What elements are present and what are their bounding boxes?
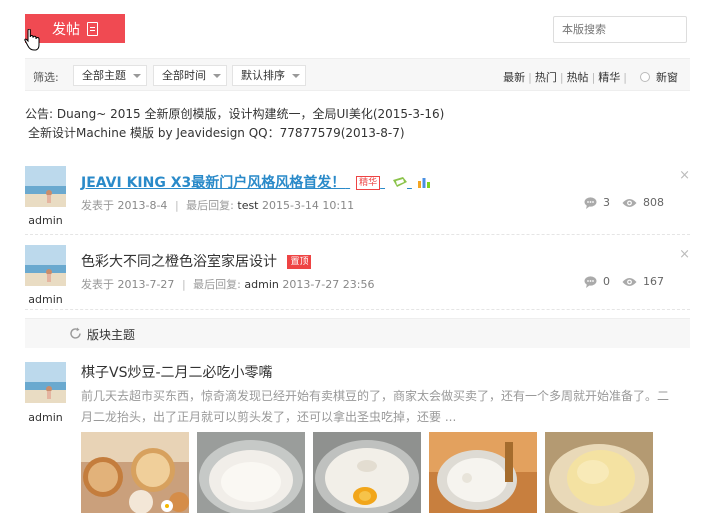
thread-meta: 发表于 2013-7-27 | 最后回复: admin 2013-7-27 23… — [81, 276, 374, 292]
announcement-line[interactable]: 公告: Duang~ 2015 全新原创模版，设计构建统一，全局UI美化(201… — [25, 105, 690, 124]
chevron-down-icon — [213, 74, 221, 78]
board-threads-divider: 版块主题 — [25, 318, 690, 348]
forum-thread-list: 发帖 筛选: 全部主题 全部时间 默认排序 最新| 热门| 热帖| 精华| 新窗… — [0, 0, 712, 513]
sort-select-value: 默认排序 — [241, 69, 285, 82]
thread-row: admin JEAVI KING X3最新门户风格风格首发！ 精华 发表于 20… — [25, 166, 690, 235]
thread-thumbnail[interactable] — [197, 432, 305, 513]
sort-links: 最新 | 热门 | 热帖 | 精华 | 新窗 — [503, 69, 678, 85]
last-reply-time: 2013-7-27 23:56 — [282, 278, 375, 291]
thread-title[interactable]: 色彩大不同之橙色浴室家居设计 置顶 — [81, 251, 312, 271]
poll-chart-icon — [417, 178, 430, 188]
thread-stats: 0 167 — [584, 275, 664, 288]
thread-stats: 3 808 — [584, 196, 664, 209]
avatar[interactable] — [25, 245, 66, 286]
thread-author[interactable]: admin — [25, 411, 66, 424]
time-select[interactable]: 全部时间 — [153, 65, 227, 86]
separator: | — [591, 70, 596, 84]
board-threads-label: 版块主题 — [87, 328, 136, 342]
thread-row: admin 棋子VS炒豆-二月二必吃小零嘴 前几天去超市买东西，惊奇滴发现已经开… — [25, 362, 690, 513]
posted-label: 发表于 — [81, 199, 114, 212]
board-search-input[interactable] — [553, 16, 687, 43]
avatar[interactable] — [25, 166, 66, 207]
separator: | — [528, 70, 532, 84]
filter-label: 筛选: — [33, 71, 59, 84]
separator: | — [174, 199, 179, 212]
announcement-line[interactable]: 全新设计Machine 模版 by Jeavidesign QQ：7787757… — [25, 124, 690, 143]
hand-cursor-icon — [24, 29, 40, 51]
sort-link-digest[interactable]: 精华 — [598, 69, 620, 85]
thread-title[interactable]: 棋子VS炒豆-二月二必吃小零嘴 — [81, 362, 273, 382]
sort-link-latest[interactable]: 最新 — [503, 69, 525, 85]
posted-label: 发表于 — [81, 278, 114, 291]
close-icon[interactable]: × — [679, 247, 690, 262]
thread-title-text[interactable]: JEAVI KING X3最新门户风格风格首发！ — [81, 175, 345, 191]
avatar[interactable] — [25, 362, 66, 403]
comment-icon — [584, 196, 597, 209]
thread-author[interactable]: admin — [25, 293, 66, 306]
thread-excerpt: 前几天去超市买东西，惊奇滴发现已经开始有卖棋豆的了，商家太会做买卖了，还有一个多… — [81, 386, 681, 428]
close-icon[interactable]: × — [679, 168, 690, 183]
thread-row: admin 色彩大不同之橙色浴室家居设计 置顶 发表于 2013-7-27 | … — [25, 245, 690, 310]
sort-link-hot-threads[interactable]: 热帖 — [567, 69, 589, 85]
sort-select[interactable]: 默认排序 — [232, 65, 306, 86]
new-post-button[interactable]: 发帖 — [25, 14, 125, 43]
thread-thumbnail[interactable] — [81, 432, 189, 513]
separator: | — [181, 278, 186, 291]
theme-select-value: 全部主题 — [82, 69, 126, 82]
excerpt-line: 前几天去超市买东西，惊奇滴发现已经开始有卖棋豆的了，商家太会做买卖了，还有一个多… — [81, 389, 670, 403]
eye-icon — [622, 277, 637, 286]
document-icon — [87, 21, 98, 36]
eye-icon — [622, 198, 637, 207]
last-reply-label: 最后回复: — [186, 199, 234, 212]
announcement: 公告: Duang~ 2015 全新原创模版，设计构建统一，全局UI美化(201… — [25, 105, 690, 143]
chevron-down-icon — [133, 74, 141, 78]
separator: | — [559, 70, 564, 84]
thread-meta: 发表于 2013-8-4 | 最后回复: test 2015-3-14 10:1… — [81, 197, 354, 213]
thread-thumbnail[interactable] — [313, 432, 421, 513]
thread-title-text[interactable]: 色彩大不同之橙色浴室家居设计 — [81, 254, 277, 270]
comment-icon — [584, 275, 597, 288]
theme-select[interactable]: 全部主题 — [73, 65, 147, 86]
filter-bar: 筛选: 全部主题 全部时间 默认排序 最新 | 热门 | 热帖 | 精华 | 新窗 — [25, 58, 690, 91]
view-count: 167 — [643, 275, 664, 288]
thread-thumbnail[interactable] — [545, 432, 653, 513]
thread-author[interactable]: admin — [25, 214, 66, 227]
thread-title-text[interactable]: 棋子VS炒豆-二月二必吃小零嘴 — [81, 365, 273, 381]
posted-date: 2013-7-27 — [117, 278, 175, 291]
last-reply-time: 2015-3-14 10:11 — [262, 199, 355, 212]
last-reply-user[interactable]: test — [237, 199, 258, 212]
time-select-value: 全部时间 — [162, 69, 206, 82]
refresh-icon — [70, 327, 81, 339]
thread-title[interactable]: JEAVI KING X3最新门户风格风格首发！ 精华 — [81, 172, 431, 192]
new-thread-icon — [393, 177, 408, 187]
sticky-badge: 置顶 — [287, 255, 312, 269]
comment-count: 0 — [603, 275, 610, 288]
thread-thumbnail[interactable] — [429, 432, 537, 513]
new-window-label: 新窗 — [656, 71, 678, 84]
last-reply-label: 最后回复: — [193, 278, 241, 291]
new-window-checkbox[interactable] — [640, 72, 650, 82]
last-reply-user[interactable]: admin — [244, 278, 278, 291]
digest-badge: 精华 — [356, 176, 381, 190]
chevron-down-icon — [292, 74, 300, 78]
view-count: 808 — [643, 196, 664, 209]
new-post-label: 发帖 — [52, 21, 80, 38]
thread-image-strip — [81, 432, 653, 513]
comment-count: 3 — [603, 196, 610, 209]
posted-date: 2013-8-4 — [117, 199, 168, 212]
excerpt-line: 月二龙抬头，出了正月就可以剪头发了，还可以拿出圣虫吃掉，还要 ... — [81, 410, 457, 424]
separator: | — [623, 70, 627, 84]
sort-link-hot[interactable]: 热门 — [535, 69, 557, 85]
